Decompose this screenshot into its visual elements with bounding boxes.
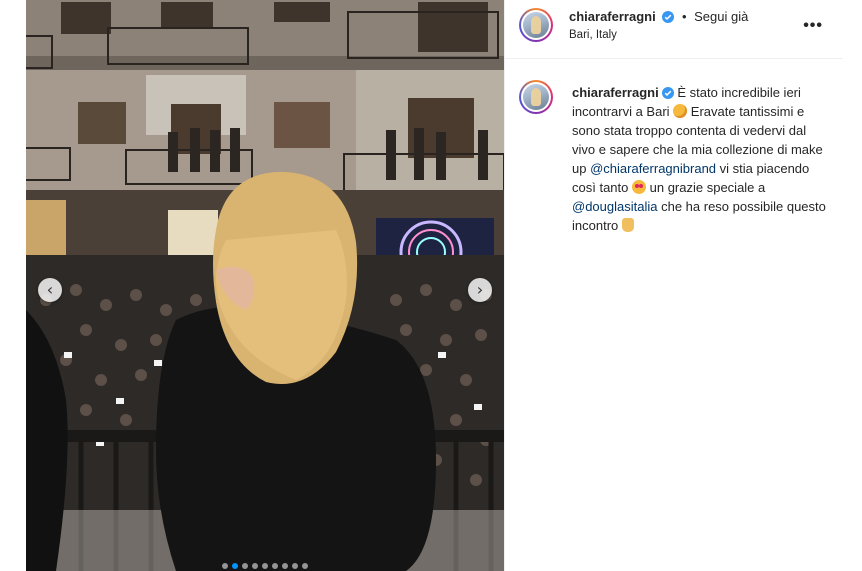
post-photo[interactable]: ‹ ›: [26, 0, 504, 571]
more-options-icon[interactable]: •••: [803, 17, 823, 35]
carousel-dot: [222, 563, 228, 569]
carousel-dot: [272, 563, 278, 569]
verified-badge-icon: [661, 87, 674, 99]
folded-hands-emoji-icon: [621, 218, 634, 232]
carousel-dot: [302, 563, 308, 569]
caption-part-4: un grazie speciale a: [649, 180, 766, 195]
carousel-next-button[interactable]: ›: [468, 278, 492, 302]
mention-link-douglas[interactable]: @douglasitalia: [572, 199, 657, 214]
location-link[interactable]: Bari, Italy: [569, 29, 617, 41]
smiling-face-hearts-emoji-icon: [673, 104, 688, 118]
carousel-dot: [282, 563, 288, 569]
caption-text: chiaraferragni È stato incredibile ieri …: [572, 83, 832, 235]
mention-link-brand[interactable]: @chiaraferragnibrand: [590, 161, 716, 176]
carousel-dot: [242, 563, 248, 569]
chevron-right-icon: ›: [476, 280, 484, 299]
chevron-left-icon: ‹: [46, 280, 54, 299]
carousel-dot: [252, 563, 258, 569]
post-header: chiaraferragni • Segui già Bari, Italy •…: [505, 0, 843, 59]
header-separator: •: [681, 9, 687, 24]
carousel-dot: [262, 563, 268, 569]
carousel-indicator: [26, 563, 504, 569]
carousel-prev-button[interactable]: ‹: [38, 278, 62, 302]
carousel-dot: [232, 563, 238, 569]
photo-illustration: [26, 0, 504, 571]
heart-eyes-emoji-icon: [632, 180, 646, 194]
caption-avatar[interactable]: [519, 80, 553, 114]
post-details-panel: chiaraferragni • Segui già Bari, Italy •…: [504, 0, 843, 571]
avatar[interactable]: [519, 8, 553, 42]
follow-status-button[interactable]: Segui già: [694, 9, 748, 24]
carousel-dot: [292, 563, 298, 569]
verified-badge-icon: [662, 11, 675, 23]
username-link[interactable]: chiaraferragni: [569, 9, 656, 24]
caption-username-link[interactable]: chiaraferragni: [572, 85, 659, 100]
